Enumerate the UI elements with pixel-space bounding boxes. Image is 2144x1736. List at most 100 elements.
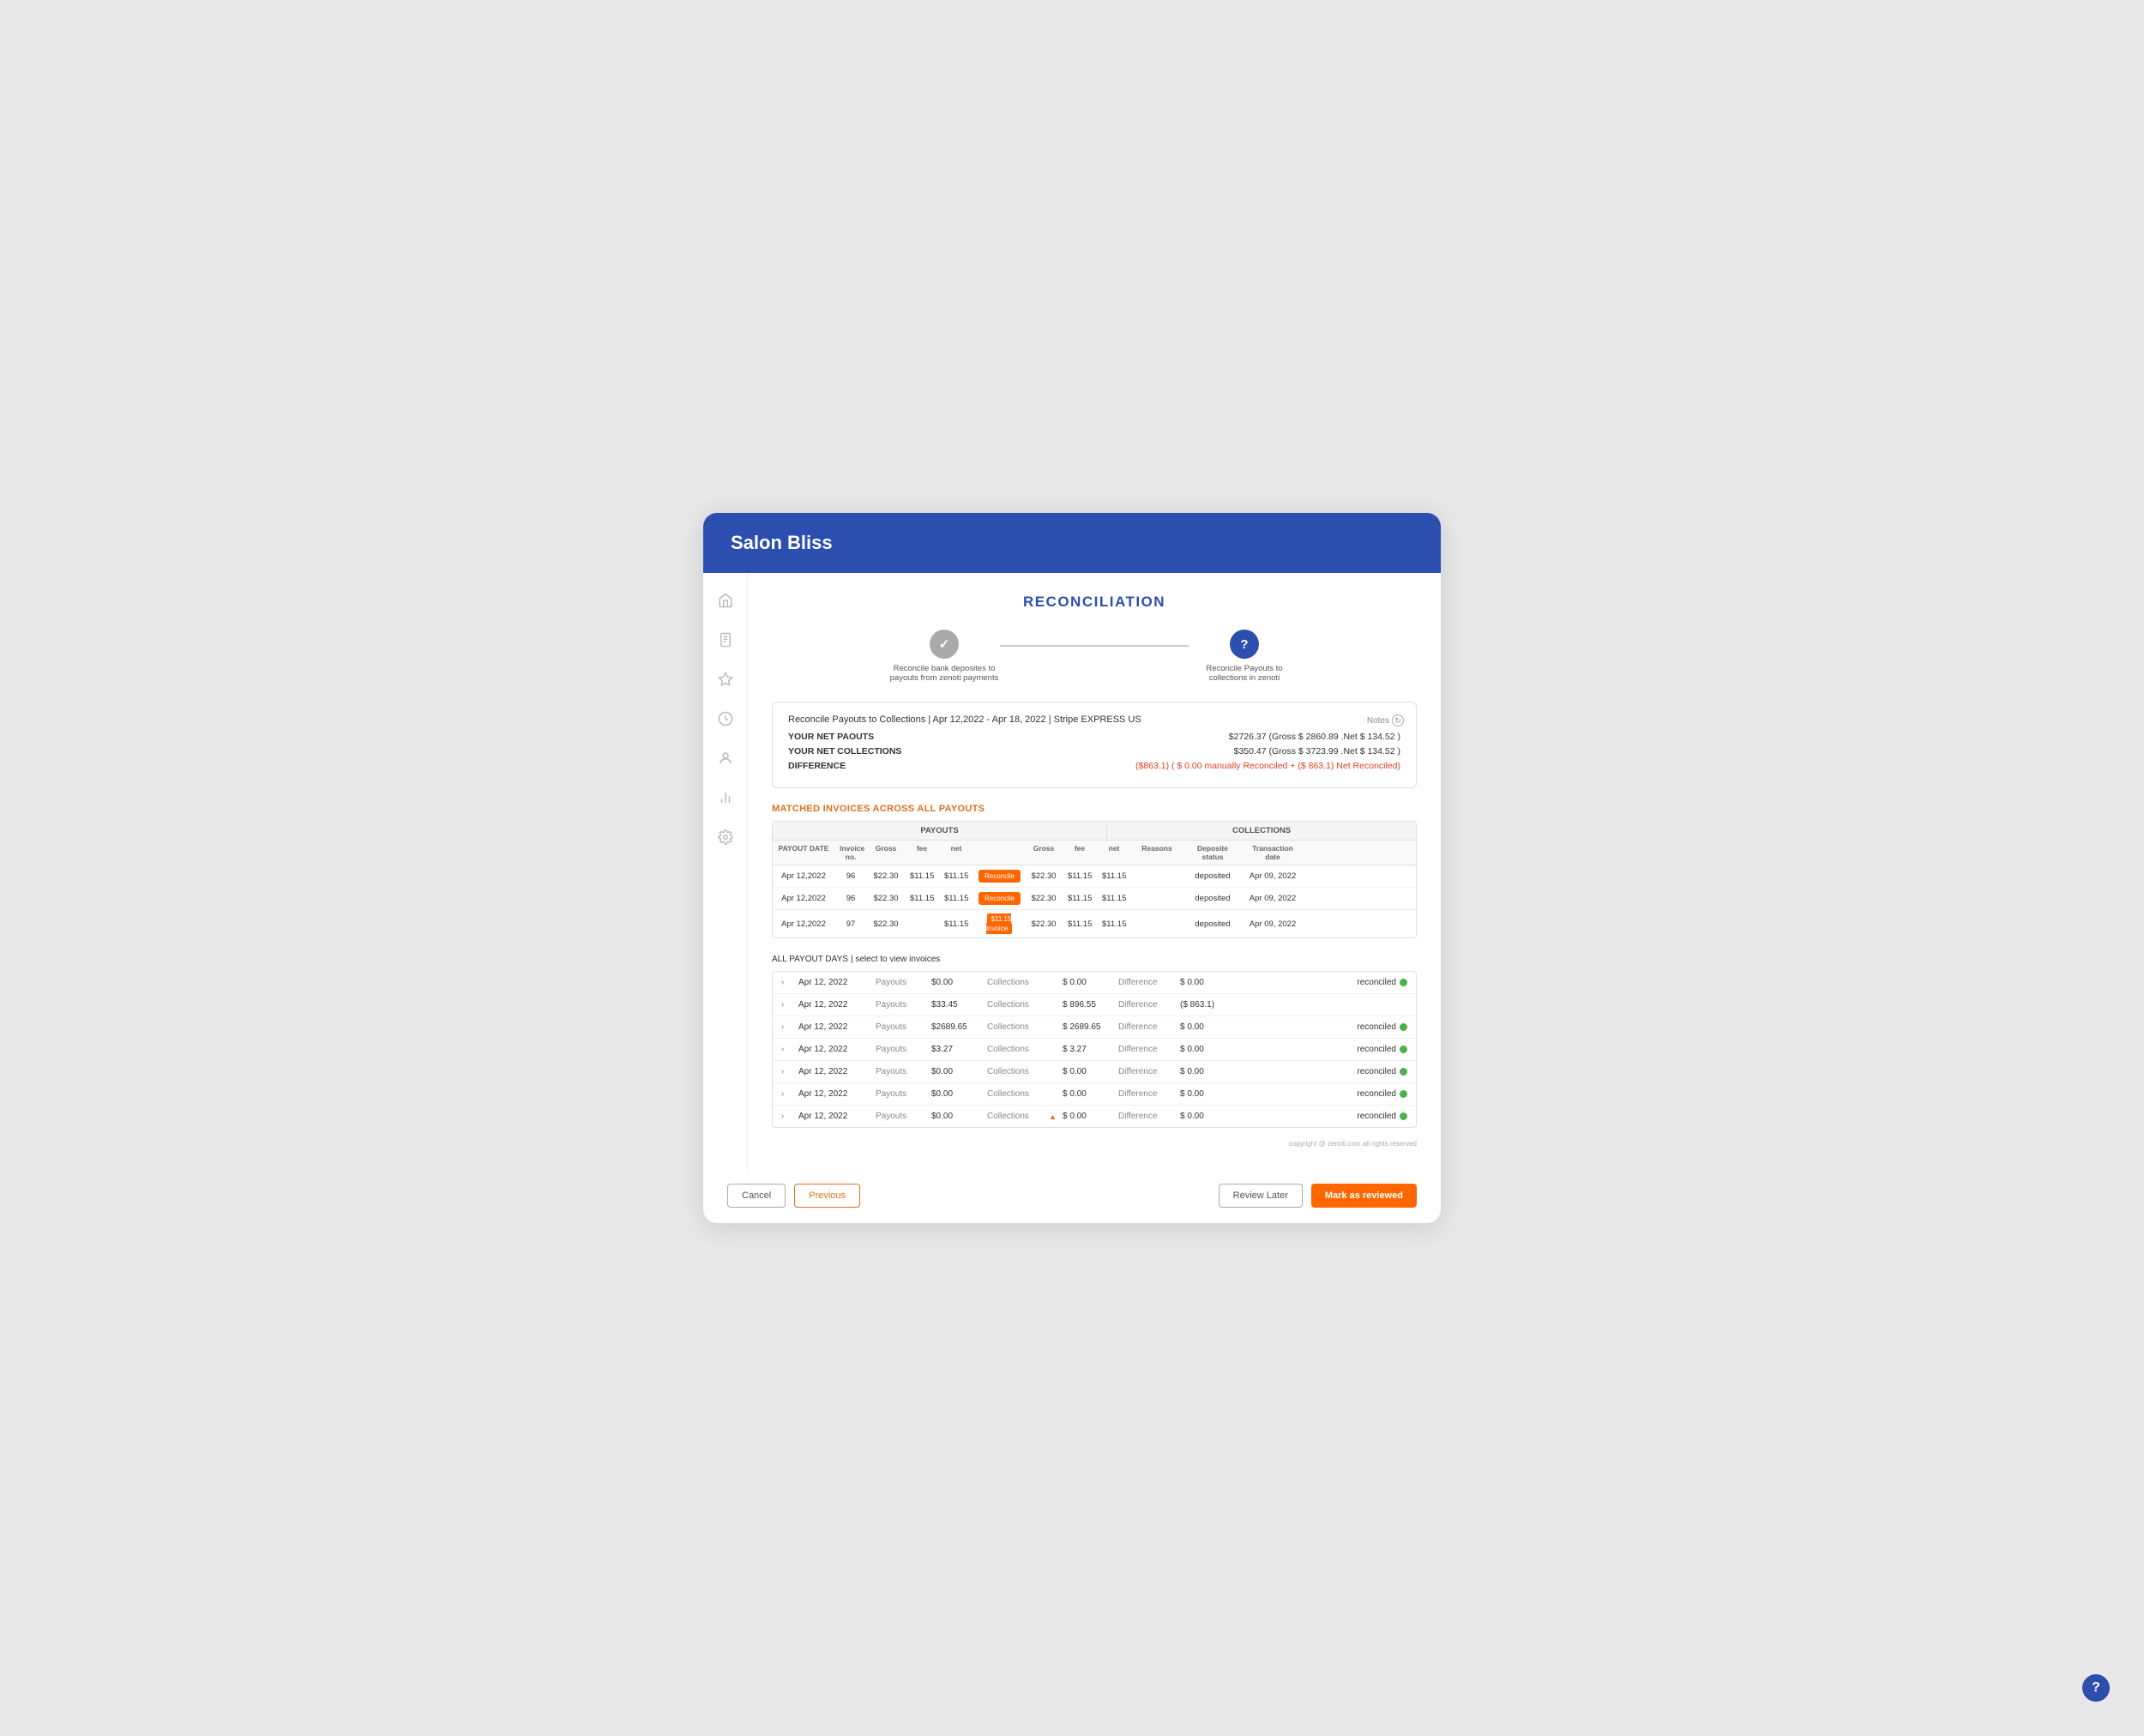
app-body: RECONCILIATION ✓ Reconcile bank deposite… <box>703 573 1441 1173</box>
summary-title: Reconcile Payouts to Collections | Apr 1… <box>788 714 1400 725</box>
pr5-col-val: $ 0.00 <box>1063 1067 1118 1076</box>
mr3-btn[interactable]: $11.15 Invoice <box>973 910 1025 937</box>
mr1-col-gross: $22.30 <box>1025 867 1063 885</box>
matched-col-headers: PAYOUT DATE Invoice no. Gross fee net Gr… <box>773 840 1416 865</box>
mr1-btn[interactable]: Reconcile <box>973 865 1025 887</box>
pr6-diff-val: $ 0.00 <box>1180 1089 1236 1099</box>
col-col-net: net <box>1097 841 1131 865</box>
payout-days-header: ALL PAYOUT DAYS | select to view invoice… <box>772 954 1417 964</box>
matched-row-2: Apr 12,2022 96 $22.30 $11.15 $11.15 Reco… <box>773 888 1416 910</box>
review-later-button[interactable]: Review Later <box>1219 1184 1303 1208</box>
pr1-diff-val: $ 0.00 <box>1180 978 1236 987</box>
pr3-status: reconciled <box>1357 1022 1407 1032</box>
pr7-payouts-val: $0.00 <box>931 1112 987 1121</box>
mr1-reasons <box>1131 872 1183 881</box>
pr6-date: Apr 12, 2022 <box>798 1089 876 1099</box>
col-fee: fee <box>905 841 939 865</box>
notes-label: Notes <box>1367 716 1389 726</box>
cancel-button[interactable]: Cancel <box>727 1184 786 1208</box>
mr3-col-gross: $22.30 <box>1025 915 1063 933</box>
invoice-badge-3: $11.15 Invoice <box>986 913 1012 934</box>
pr2-collections-label: Collections <box>987 1000 1049 1010</box>
sidebar-item-clock[interactable] <box>715 708 736 729</box>
pr7-flag: ▲ <box>1049 1112 1063 1121</box>
mr1-payout-date: Apr 12,2022 <box>773 867 834 885</box>
sidebar-item-document[interactable] <box>715 630 736 650</box>
pr3-col-val: $ 2689.65 <box>1063 1022 1118 1032</box>
notes-icon: ↻ <box>1392 714 1404 726</box>
pr7-col-val: $ 0.00 <box>1063 1112 1118 1121</box>
reconciled-dot-5 <box>1400 1068 1407 1076</box>
mark-as-reviewed-button[interactable]: Mark as reviewed <box>1311 1184 1417 1208</box>
previous-button[interactable]: Previous <box>794 1184 860 1208</box>
net-collections-label: YOUR NET COLLECTIONS <box>788 746 901 756</box>
mr1-gross: $22.30 <box>867 867 905 885</box>
col-btn <box>973 841 1025 865</box>
payout-row-5[interactable]: › Apr 12, 2022 Payouts $0.00 Collections… <box>773 1061 1416 1083</box>
col-payout-date: PAYOUT DATE <box>773 841 834 865</box>
step1-circle: ✓ <box>930 630 959 659</box>
reconcile-btn-2[interactable]: Reconcile <box>979 892 1021 905</box>
sidebar-item-gear[interactable] <box>715 827 736 847</box>
difference-label: DIFFERENCE <box>788 761 846 771</box>
sidebar-item-user[interactable] <box>715 748 736 769</box>
step-connector <box>1000 645 1189 647</box>
reconciled-dot-6 <box>1400 1090 1407 1098</box>
pr2-diff-label: Difference <box>1118 1000 1180 1010</box>
payout-row-2[interactable]: › Apr 12, 2022 Payouts $33.45 Collection… <box>773 994 1416 1016</box>
mr1-invoice-no: 96 <box>834 867 867 885</box>
footer-left-buttons: Cancel Previous <box>727 1184 860 1208</box>
pr7-diff-label: Difference <box>1118 1112 1180 1121</box>
pr4-status: reconciled <box>1357 1045 1407 1054</box>
pr7-diff-val: $ 0.00 <box>1180 1112 1236 1121</box>
pr5-collections-label: Collections <box>987 1067 1049 1076</box>
sidebar-item-chart[interactable] <box>715 787 736 808</box>
pr3-diff-val: $ 0.00 <box>1180 1022 1236 1032</box>
copyright-text: copyright @ zenoti.com all rights reserv… <box>772 1140 1417 1148</box>
pr3-date: Apr 12, 2022 <box>798 1022 876 1032</box>
pr7-status: reconciled <box>1357 1112 1407 1121</box>
mr3-trans-date: Apr 09, 2022 <box>1243 915 1303 933</box>
mr3-col-fee: $11.15 <box>1063 915 1097 933</box>
mr1-fee: $11.15 <box>905 867 939 885</box>
mr3-reasons <box>1131 919 1183 928</box>
col-col-fee: fee <box>1063 841 1097 865</box>
payout-row-6[interactable]: › Apr 12, 2022 Payouts $0.00 Collections… <box>773 1083 1416 1106</box>
sidebar-item-star[interactable] <box>715 669 736 690</box>
reconcile-btn-1[interactable]: Reconcile <box>979 870 1021 883</box>
pr3-diff-label: Difference <box>1118 1022 1180 1032</box>
mr2-btn[interactable]: Reconcile <box>973 888 1025 909</box>
reconciled-dot-4 <box>1400 1046 1407 1053</box>
pr4-payouts-val: $3.27 <box>931 1045 987 1054</box>
sidebar <box>703 573 748 1173</box>
payout-row-3[interactable]: › Apr 12, 2022 Payouts $2689.65 Collecti… <box>773 1016 1416 1039</box>
payout-row-1[interactable]: › Apr 12, 2022 Payouts $0.00 Collections… <box>773 972 1416 994</box>
mr2-col-fee: $11.15 <box>1063 889 1097 907</box>
payout-row-7[interactable]: › Apr 12, 2022 Payouts $0.00 Collections… <box>773 1106 1416 1127</box>
difference-value: ($863.1) ( $ 0.00 manually Reconciled + … <box>1135 761 1400 771</box>
mr2-reasons <box>1131 895 1183 903</box>
help-button[interactable]: ? <box>2082 1674 2110 1702</box>
col-trans-date: Transaction date <box>1243 841 1303 865</box>
step-2: ? Reconcile Payouts to collections in ze… <box>1189 630 1300 683</box>
notes-button[interactable]: Notes ↻ <box>1367 714 1404 726</box>
pr6-diff-label: Difference <box>1118 1089 1180 1099</box>
pr4-collections-label: Collections <box>987 1045 1049 1054</box>
steps-indicator: ✓ Reconcile bank deposites to payouts fr… <box>772 630 1417 683</box>
sidebar-item-home[interactable] <box>715 590 736 611</box>
mr1-net: $11.15 <box>939 867 973 885</box>
payout-row-4[interactable]: › Apr 12, 2022 Payouts $3.27 Collections… <box>773 1039 1416 1061</box>
pr2-payouts-val: $33.45 <box>931 1000 987 1010</box>
pr6-status: reconciled <box>1357 1089 1407 1099</box>
footer-right-buttons: Review Later Mark as reviewed <box>1219 1184 1417 1208</box>
pr1-diff-label: Difference <box>1118 978 1180 987</box>
main-content: RECONCILIATION ✓ Reconcile bank deposite… <box>748 573 1441 1173</box>
col-reasons: Reasons <box>1131 841 1183 865</box>
pr4-payouts-label: Payouts <box>876 1045 931 1054</box>
matched-row-3: Apr 12,2022 97 $22.30 $11.15 $11.15 Invo… <box>773 910 1416 937</box>
pr6-payouts-label: Payouts <box>876 1089 931 1099</box>
mr2-net: $11.15 <box>939 889 973 907</box>
net-payouts-value: $2726.37 (Gross $ 2860.89 .Net $ 134.52 … <box>1229 732 1400 742</box>
mr1-trans-date: Apr 09, 2022 <box>1243 867 1303 885</box>
step2-circle: ? <box>1230 630 1259 659</box>
